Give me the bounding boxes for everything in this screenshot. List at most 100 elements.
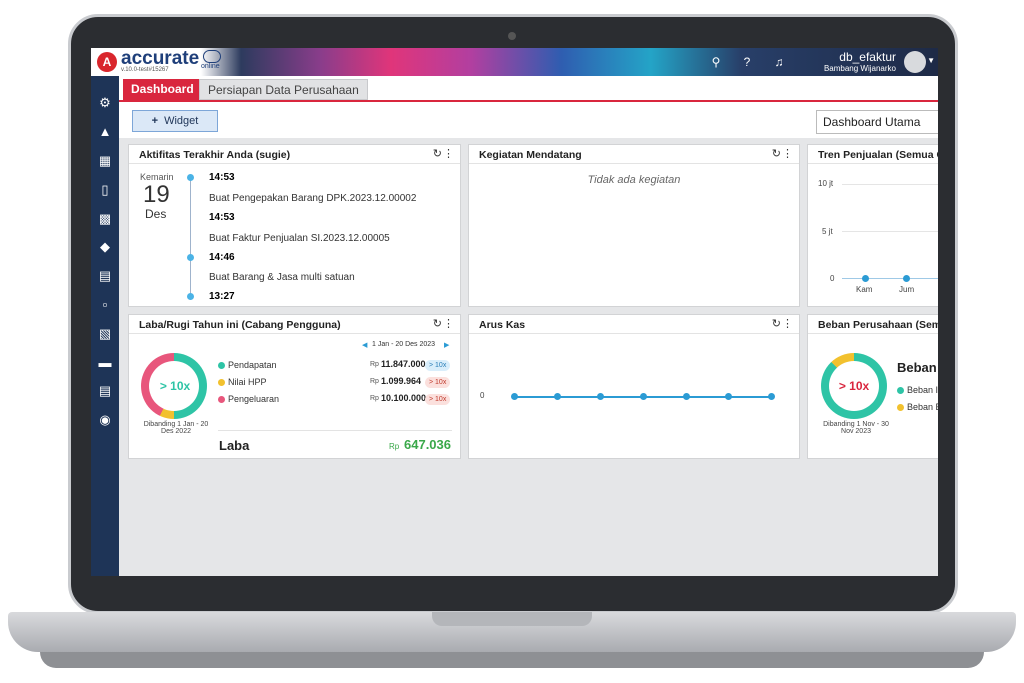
activity-title: Aktifitas Terakhir Anda (sugie) <box>139 149 291 161</box>
refresh-icon[interactable]: ↻ <box>772 147 781 160</box>
tab-persiapan-data[interactable]: Persiapan Data Perusahaan <box>199 79 368 100</box>
user-name[interactable]: db_efaktur <box>839 50 896 64</box>
activity-panel: Aktifitas Terakhir Anda (sugie) ↻ ⋮ Kema… <box>128 144 461 307</box>
toolbar: + Widget Dashboard Utama <box>119 102 938 138</box>
chevron-right-icon[interactable]: ▶ <box>444 341 449 349</box>
data-point <box>554 393 561 400</box>
gridline <box>842 184 938 185</box>
ring-label: > 10x <box>159 379 191 393</box>
cash-icon[interactable]: ▬ <box>96 354 114 372</box>
factory-icon[interactable]: ▧ <box>96 325 114 343</box>
row-label: Pengeluaran <box>228 394 280 404</box>
data-point <box>903 275 910 282</box>
timeline-dot <box>187 254 194 261</box>
tag-icon[interactable]: ◆ <box>96 238 114 256</box>
data-point <box>597 393 604 400</box>
refresh-icon[interactable]: ↻ <box>433 147 442 160</box>
camera <box>508 32 516 40</box>
row-value: 10.100.000 <box>381 393 427 403</box>
laptop-notch <box>432 612 592 626</box>
help-icon[interactable]: ? <box>739 54 755 70</box>
expense-heading: Beban <box>897 360 937 375</box>
row-badge: > 10x <box>425 377 451 388</box>
building-icon[interactable]: ▦ <box>96 152 114 170</box>
profit-currency: Rp <box>389 442 400 451</box>
data-point <box>862 275 869 282</box>
more-icon[interactable]: ⋮ <box>443 317 454 330</box>
x-label: Jum <box>899 285 915 294</box>
settings-box-icon[interactable]: ◉ <box>96 411 114 429</box>
expense-title: Beban Perusahaan (Semua <box>818 319 938 331</box>
profit-panel: Laba/Rugi Tahun ini (Cabang Pengguna) ↻ … <box>128 314 461 459</box>
row-badge: > 10x <box>425 394 451 405</box>
activity-text[interactable]: Buat Barang & Jasa multi satuan <box>209 272 355 283</box>
chevron-down-icon[interactable]: ▼ <box>927 56 935 65</box>
phone-icon[interactable]: ▯ <box>96 181 114 199</box>
dashboard-select[interactable]: Dashboard Utama <box>816 110 938 134</box>
plus-icon: + <box>151 115 159 127</box>
top-bar: A accurate online v.10.0-test#15267 ⚲ ? … <box>91 48 938 76</box>
empty-message: Tidak ada kegiatan <box>587 174 681 186</box>
refresh-icon[interactable]: ↻ <box>772 317 781 330</box>
legend-dot <box>218 379 225 386</box>
compare-label: Dibanding 1 Jan - 20 Des 2022 <box>143 421 209 435</box>
gridline <box>842 231 938 232</box>
compare-label: Dibanding 1 Nov - 30 Nov 2023 <box>823 421 889 435</box>
upcoming-panel: Kegiatan Mendatang ↻ ⋮ Tidak ada kegiata… <box>468 144 800 307</box>
laptop-base-shadow <box>40 652 984 668</box>
activity-text[interactable]: Buat Faktur Penjualan SI.2023.12.00005 <box>209 233 390 244</box>
more-icon[interactable]: ⋮ <box>443 147 454 160</box>
legend-dot <box>897 387 904 394</box>
row-currency: Rp <box>370 378 379 385</box>
bell-icon[interactable]: ♫ <box>771 54 787 70</box>
activity-time: 14:46 <box>209 252 235 263</box>
day-number: 19 <box>143 181 170 208</box>
user-subtitle: Bambang Wijanarko <box>823 64 896 73</box>
timeline-line <box>190 175 191 300</box>
data-point <box>768 393 775 400</box>
tab-dashboard[interactable]: Dashboard <box>123 79 202 100</box>
data-point <box>683 393 690 400</box>
legend-dot <box>218 362 225 369</box>
data-point <box>640 393 647 400</box>
warehouse-icon[interactable]: ▲ <box>96 123 114 141</box>
bank-icon[interactable]: ▩ <box>96 210 114 228</box>
more-icon[interactable]: ⋮ <box>782 317 793 330</box>
report-icon[interactable]: ▤ <box>96 382 114 400</box>
row-label: Pendapatan <box>228 360 277 370</box>
profit-title: Laba/Rugi Tahun ini (Cabang Pengguna) <box>139 319 341 331</box>
cashflow-title: Arus Kas <box>479 319 526 331</box>
row-value: 11.847.000 <box>381 359 426 369</box>
divider <box>218 430 452 431</box>
timeline-dot <box>187 293 194 300</box>
cloud-icon <box>203 50 221 63</box>
profit-value: 647.036 <box>404 437 451 452</box>
row-value: 1.099.964 <box>381 376 422 386</box>
row-currency: Rp <box>370 395 379 402</box>
legend-dot <box>218 396 225 403</box>
row-badge: > 10x <box>425 360 451 371</box>
accurate-logo-icon: A <box>97 52 117 72</box>
add-widget-button[interactable]: + Widget <box>132 110 218 132</box>
y-tick: 0 <box>480 391 485 400</box>
chevron-left-icon[interactable]: ◀ <box>362 341 367 349</box>
legend-dot <box>897 404 904 411</box>
cashflow-panel: Arus Kas ↻ ⋮ 0 <box>468 314 800 459</box>
date-range: 1 Jan - 20 Des 2023 <box>372 341 436 348</box>
search-icon[interactable]: ⚲ <box>708 54 724 70</box>
row-currency: Rp <box>370 361 379 368</box>
refresh-icon[interactable]: ↻ <box>433 317 442 330</box>
cart-icon[interactable]: ▤ <box>96 267 114 285</box>
legend-label: Beban I <box>907 385 938 395</box>
activity-text[interactable]: Buat Pengepakan Barang DPK.2023.12.00002 <box>209 193 416 204</box>
sidebar: ⚙ ▲ ▦ ▯ ▩ ◆ ▤ ▫ ▧ ▬ ▤ ◉ <box>91 76 119 576</box>
avatar[interactable] <box>904 51 926 73</box>
activity-time: 14:53 <box>209 172 235 183</box>
gear-icon[interactable]: ⚙ <box>96 94 114 112</box>
ring-label: > 10x <box>838 379 870 393</box>
sales-trend-panel: Tren Penjualan (Semua Cab 10 jt 5 jt 0 K… <box>807 144 938 307</box>
truck-icon[interactable]: ▫ <box>96 296 114 314</box>
sales-trend-title: Tren Penjualan (Semua Cab <box>818 149 938 161</box>
more-icon[interactable]: ⋮ <box>782 147 793 160</box>
expense-panel: Beban Perusahaan (Semua > 10x Dibanding … <box>807 314 938 459</box>
